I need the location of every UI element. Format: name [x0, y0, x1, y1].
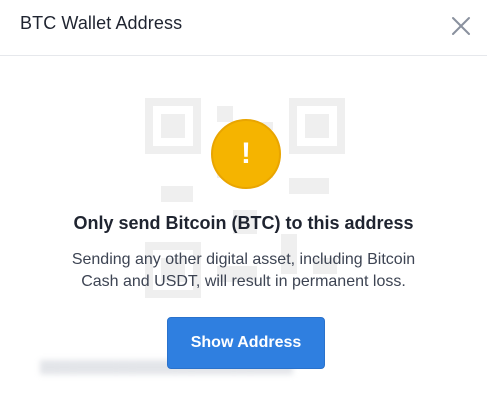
- warning-badge: !: [211, 119, 281, 189]
- close-button[interactable]: [445, 10, 477, 42]
- warning-title: Only send Bitcoin (BTC) to this address: [73, 213, 414, 233]
- exclamation-icon: !: [241, 137, 251, 170]
- modal-title: BTC Wallet Address: [20, 13, 183, 33]
- modal-body: ▇▇▇▇▇▇▇▇▇▇▇▇▇▇▇▇▇▇▇▇▇▇▇▇▇▇▇▇▇▇ ! Only se…: [0, 57, 487, 409]
- warning-message: Sending any other digital asset, includi…: [71, 251, 416, 290]
- show-address-button[interactable]: Show Address: [167, 317, 325, 369]
- wallet-address-modal: BTC Wallet Address ▇▇▇▇▇▇▇▇▇▇▇▇▇▇▇▇▇▇▇▇▇…: [0, 0, 487, 409]
- modal-header: BTC Wallet Address: [0, 0, 487, 56]
- close-icon: [452, 17, 470, 35]
